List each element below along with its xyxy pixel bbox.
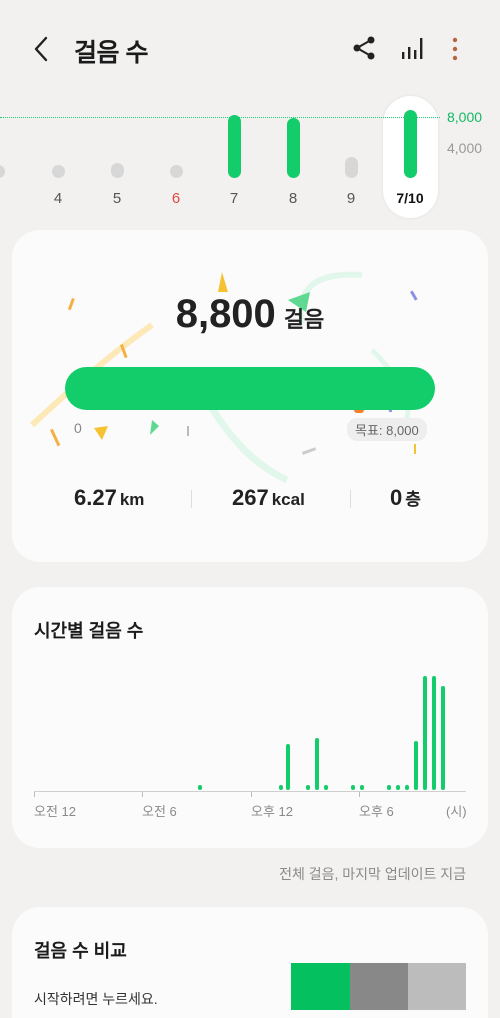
- stat-divider: [350, 490, 351, 508]
- day-bar[interactable]: [111, 163, 124, 178]
- hourly-bar: [306, 785, 310, 790]
- hourly-bar: [351, 785, 355, 790]
- day-bar[interactable]: [287, 118, 300, 178]
- goal-axis-low: 4,000: [447, 140, 483, 156]
- axis-tick: [142, 792, 143, 797]
- compare-bar-you: [291, 963, 350, 1010]
- axis-label: (시): [446, 804, 467, 819]
- hourly-bar: [387, 785, 391, 790]
- hourly-steps-card[interactable]: 시간별 걸음 수 오전 12 오전 6 오후 12 오후 6 (시): [12, 587, 488, 848]
- steps-progress-bar: [65, 367, 435, 410]
- weekly-steps-strip[interactable]: 8,000 4,000 3 4 5 6 7 8 9 7/10: [0, 96, 500, 220]
- steps-total: 8,800 걸음: [12, 292, 488, 337]
- hourly-bar: [286, 744, 290, 790]
- day-bar[interactable]: [170, 165, 183, 178]
- progress-start-label: 0: [74, 420, 82, 436]
- day-label: 7: [229, 190, 239, 207]
- hourly-bar: [414, 741, 418, 790]
- day-label: 3: [0, 190, 10, 207]
- hourly-bar: [279, 785, 283, 790]
- compare-bar-others: [408, 963, 466, 1010]
- floors-stat: 0층: [390, 485, 421, 511]
- axis-label: 오전 6: [142, 804, 177, 819]
- axis-label: 오전 12: [34, 804, 76, 819]
- hourly-bar: [405, 785, 409, 790]
- calories-stat: 267 kcal: [232, 485, 305, 511]
- goal-axis-high: 8,000: [447, 109, 483, 125]
- calories-value: 267: [232, 485, 269, 510]
- day-label: 6: [171, 190, 181, 207]
- hourly-bar: [324, 785, 328, 790]
- steps-unit: 걸음: [283, 307, 325, 332]
- day-bar[interactable]: [228, 115, 241, 178]
- floors-value: 0: [390, 485, 403, 510]
- chevron-left-icon: [34, 36, 48, 62]
- page-title: 걸음 수: [74, 39, 148, 67]
- compare-card[interactable]: 걸음 수 비교 시작하려면 누르세요.: [12, 907, 488, 1018]
- compare-title: 걸음 수 비교: [34, 941, 127, 961]
- day-bar[interactable]: [0, 165, 5, 178]
- hourly-bar: [441, 686, 445, 790]
- compare-bar-average: [350, 963, 408, 1010]
- day-bar[interactable]: [404, 110, 417, 178]
- share-icon: [353, 36, 375, 60]
- day-label: 7/10: [396, 190, 424, 206]
- stat-divider: [191, 490, 192, 508]
- day-bar[interactable]: [345, 157, 358, 178]
- hourly-bar: [198, 785, 202, 790]
- axis-label: 오후 12: [251, 804, 293, 819]
- axis-tick: [359, 792, 360, 797]
- distance-value: 6.27: [74, 485, 117, 510]
- day-label: 4: [53, 190, 63, 207]
- stats-button[interactable]: [398, 32, 428, 66]
- more-options-button[interactable]: [442, 32, 472, 66]
- steps-count: 8,800: [175, 292, 276, 336]
- calories-unit: kcal: [271, 490, 305, 509]
- compare-subtitle: 시작하려면 누르세요.: [34, 991, 158, 1007]
- steps-summary-card[interactable]: 8,800 걸음 0 목표: 8,000 6.27 km 267 kcal 0층: [12, 230, 488, 562]
- distance-stat: 6.27 km: [74, 485, 144, 511]
- hourly-bar: [423, 676, 427, 790]
- hourly-title: 시간별 걸음 수: [34, 621, 144, 641]
- app-bar: 걸음 수: [0, 0, 500, 100]
- hourly-axis: [34, 791, 466, 792]
- hourly-bar: [432, 676, 436, 790]
- back-button[interactable]: [26, 30, 62, 68]
- confetti-decoration: [29, 271, 418, 484]
- axis-tick: [251, 792, 252, 797]
- hourly-bar: [396, 785, 400, 790]
- share-button[interactable]: [350, 32, 380, 66]
- axis-tick: [34, 792, 35, 797]
- distance-unit: km: [119, 490, 145, 509]
- goal-line: [0, 117, 440, 118]
- day-label: 5: [112, 190, 122, 207]
- more-vert-icon: [452, 37, 458, 61]
- day-bar[interactable]: [52, 165, 65, 178]
- bar-chart-icon: [402, 38, 423, 59]
- day-label: 8: [288, 190, 298, 207]
- floors-unit: 층: [405, 490, 421, 509]
- axis-label: 오후 6: [359, 804, 394, 819]
- last-updated-text: 전체 걸음, 마지막 업데이트 지금: [279, 866, 466, 882]
- hourly-bar: [360, 785, 364, 790]
- goal-badge: 목표: 8,000: [347, 418, 427, 441]
- hourly-bar: [315, 738, 319, 790]
- day-label: 9: [346, 190, 356, 207]
